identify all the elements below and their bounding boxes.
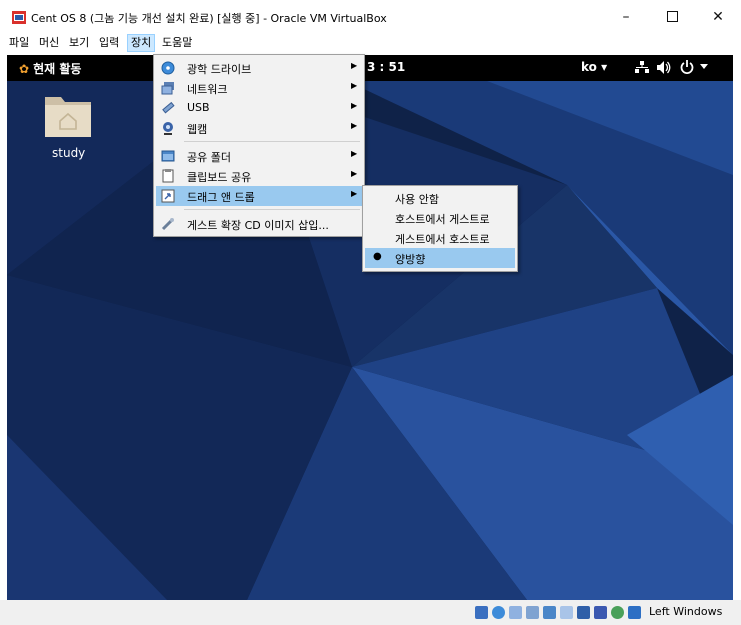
submenu-arrow-icon: ▶ xyxy=(351,169,358,178)
menu-item-label: 공유 폴더 xyxy=(187,151,231,164)
webcam-icon xyxy=(163,122,173,135)
close-icon: ✕ xyxy=(712,8,724,25)
usb-status-icon[interactable] xyxy=(526,606,539,619)
menu-view[interactable]: 보기 xyxy=(66,35,92,51)
dnd-option-host-to-guest[interactable]: 호스트에서 게스트로 xyxy=(365,208,515,228)
power-icon[interactable] xyxy=(680,60,694,74)
shared-folder-status-icon[interactable] xyxy=(543,606,556,619)
submenu-arrow-icon: ▶ xyxy=(351,61,358,70)
gnome-top-bar: ✿ 현재 활동 3 : 51 ko ▾ xyxy=(7,55,733,81)
optical-drive-icon xyxy=(161,61,175,75)
clipboard-icon xyxy=(162,169,174,183)
display-status-icon[interactable] xyxy=(560,606,573,619)
menu-item-label: 광학 드라이브 xyxy=(187,63,252,76)
virtualbox-app-icon xyxy=(12,11,26,24)
dnd-option-label: 게스트에서 호스트로 xyxy=(395,233,490,246)
menu-bar: 파일 머신 보기 입력 장치 도움말 xyxy=(0,33,741,53)
network-icon xyxy=(161,82,174,95)
drag-drop-icon xyxy=(161,189,175,203)
dnd-option-label: 양방향 xyxy=(395,253,426,266)
window-title: Cent OS 8 (그놈 기능 개선 설치 완료) [실행 중] - Orac… xyxy=(31,12,387,25)
minimize-icon: – xyxy=(622,8,630,25)
desktop-icon-label: study xyxy=(52,146,86,160)
menu-machine[interactable]: 머신 xyxy=(36,35,62,51)
devices-menu: 광학 드라이브 ▶ 네트워크 ▶ USB ▶ 웹캠 ▶ 공유 폴더 ▶ 클립보드… xyxy=(153,54,365,237)
usb-icon xyxy=(162,101,175,114)
menu-separator xyxy=(184,209,360,210)
menu-item-shared-clipboard[interactable]: 클립보드 공유 ▶ xyxy=(156,166,362,186)
submenu-arrow-icon: ▶ xyxy=(351,189,358,198)
menu-item-optical-drive[interactable]: 광학 드라이브 ▶ xyxy=(156,58,362,78)
window-title-bar[interactable]: Cent OS 8 (그놈 기능 개선 설치 완료) [실행 중] - Orac… xyxy=(0,0,741,33)
system-menu-chevron-down-icon[interactable] xyxy=(700,64,708,70)
menu-item-usb[interactable]: USB ▶ xyxy=(156,98,362,118)
dnd-option-label: 사용 안함 xyxy=(395,193,439,206)
clock[interactable]: 3 : 51 xyxy=(367,60,405,74)
drag-drop-submenu: 사용 안함 호스트에서 게스트로 게스트에서 호스트로 ● 양방향 xyxy=(362,185,518,272)
activities-label: 현재 활동 xyxy=(33,62,82,76)
menu-file[interactable]: 파일 xyxy=(6,35,32,51)
selected-bullet-icon: ● xyxy=(373,251,382,262)
submenu-arrow-icon: ▶ xyxy=(351,149,358,158)
menu-item-network[interactable]: 네트워크 ▶ xyxy=(156,78,362,98)
submenu-arrow-icon: ▶ xyxy=(351,121,358,130)
minimize-button[interactable]: – xyxy=(603,0,649,33)
maximize-icon xyxy=(666,11,678,22)
hard-disk-status-icon[interactable] xyxy=(475,606,488,619)
optical-drive-status-icon[interactable] xyxy=(492,606,505,619)
vm-status-bar: Left Windows xyxy=(0,600,741,625)
dnd-option-label: 호스트에서 게스트로 xyxy=(395,213,490,226)
activities-button[interactable]: ✿ 현재 활동 xyxy=(19,60,81,77)
network-status-icon[interactable] xyxy=(509,606,522,619)
desktop-wallpaper xyxy=(7,55,733,600)
menu-item-label: 네트워크 xyxy=(187,83,228,96)
menu-separator xyxy=(184,141,360,142)
menu-help[interactable]: 도움말 xyxy=(159,35,195,51)
menu-item-shared-folders[interactable]: 공유 폴더 ▶ xyxy=(156,146,362,166)
submenu-arrow-icon: ▶ xyxy=(351,81,358,90)
menu-item-label: USB xyxy=(187,101,210,114)
home-folder-icon xyxy=(45,97,91,137)
guest-additions-icon xyxy=(161,218,174,231)
dnd-option-guest-to-host[interactable]: 게스트에서 호스트로 xyxy=(365,228,515,248)
keyboard-capture-status-icon[interactable] xyxy=(628,606,641,619)
mouse-integration-status-icon[interactable] xyxy=(611,606,624,619)
dnd-option-disabled[interactable]: 사용 안함 xyxy=(365,188,515,208)
host-key-label[interactable]: Left Windows xyxy=(649,605,722,618)
cpu-status-icon[interactable] xyxy=(594,606,607,619)
menu-item-label: 게스트 확장 CD 이미지 삽입... xyxy=(187,219,329,232)
menu-item-label: 클립보드 공유 xyxy=(187,171,252,184)
menu-devices[interactable]: 장치 xyxy=(126,34,156,52)
menu-item-label: 웹캠 xyxy=(187,123,208,136)
input-method-indicator[interactable]: ko ▾ xyxy=(581,60,607,74)
maximize-button[interactable] xyxy=(649,0,695,33)
volume-icon[interactable] xyxy=(657,61,671,74)
dnd-option-bidirectional[interactable]: ● 양방향 xyxy=(365,248,515,268)
menu-input[interactable]: 입력 xyxy=(96,35,122,51)
network-wired-icon[interactable] xyxy=(635,61,649,74)
recording-status-icon[interactable] xyxy=(577,606,590,619)
menu-item-webcam[interactable]: 웹캠 ▶ xyxy=(156,118,362,138)
menu-item-insert-guest-additions[interactable]: 게스트 확장 CD 이미지 삽입... xyxy=(156,214,362,234)
menu-item-drag-and-drop[interactable]: 드래그 앤 드롭 ▶ xyxy=(156,186,362,206)
submenu-arrow-icon: ▶ xyxy=(351,101,358,110)
close-button[interactable]: ✕ xyxy=(695,0,741,33)
guest-display[interactable]: ✿ 현재 활동 3 : 51 ko ▾ study xyxy=(7,55,733,600)
shared-folder-icon xyxy=(161,150,175,162)
gnome-foot-icon: ✿ xyxy=(19,62,30,76)
menu-item-label: 드래그 앤 드롭 xyxy=(187,191,255,204)
